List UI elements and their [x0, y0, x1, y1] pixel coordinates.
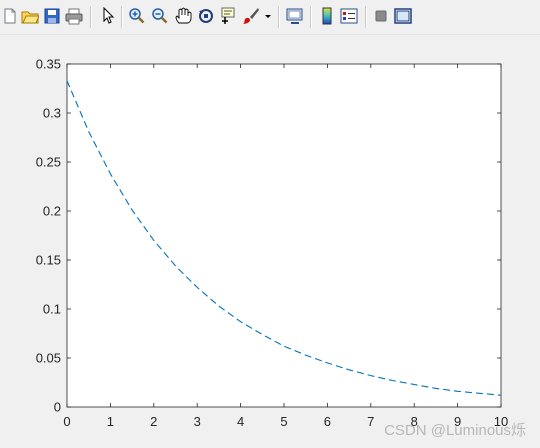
zoom-out-icon[interactable]	[151, 7, 169, 25]
x-tick-label: 7	[367, 414, 374, 429]
x-tick-label: 0	[63, 414, 70, 429]
toolbar-separator	[278, 6, 280, 28]
brush-icon[interactable]	[242, 7, 260, 25]
y-tick-label: 0.15	[36, 253, 61, 268]
dropdown-arrow-icon[interactable]	[264, 7, 272, 25]
data-cursor-icon[interactable]	[219, 7, 237, 25]
x-tick-label: 4	[237, 414, 244, 429]
y-tick-label: 0.2	[43, 204, 61, 219]
hide-plot-tools-icon[interactable]	[372, 7, 390, 25]
plot-axes[interactable]: 0 1 2 3 4 5 6 7 8 9 1000.050.10.150.20.250.30.35	[0, 35, 540, 448]
y-tick-label: 0.1	[43, 302, 61, 317]
x-tick-label: 3	[194, 414, 201, 429]
y-tick-label: 0.3	[43, 106, 61, 121]
toolbar-separator	[310, 6, 312, 28]
y-tick-label: 0.05	[36, 351, 61, 366]
legend-icon[interactable]	[340, 7, 358, 25]
rotate-3d-icon[interactable]	[197, 7, 215, 25]
x-tick-label: 2	[150, 414, 157, 429]
open-file-icon[interactable]	[21, 7, 39, 25]
x-tick-label: 5	[280, 414, 287, 429]
link-plot-icon[interactable]	[286, 7, 304, 25]
y-tick-label: 0.25	[36, 155, 61, 170]
toolbar-separator	[121, 6, 123, 28]
x-tick-label: 6	[324, 414, 331, 429]
figure-canvas: 0 1 2 3 4 5 6 7 8 9 10 0 0.05 0.1 0.15 0.2 0.25 0.3 0.35 C…	[0, 35, 540, 448]
show-plot-tools-icon[interactable]	[394, 7, 412, 25]
x-tick-label: 1	[107, 414, 114, 429]
zoom-in-icon[interactable]	[128, 7, 146, 25]
y-tick-label: 0	[54, 400, 61, 415]
edit-plot-icon[interactable]	[99, 7, 117, 25]
axes-box	[66, 63, 502, 408]
figure-toolbar	[0, 0, 540, 35]
pan-hand-icon[interactable]	[174, 7, 192, 25]
toolbar-separator	[90, 6, 92, 28]
y-tick-label: 0.35	[36, 57, 61, 72]
toolbar-separator	[365, 6, 367, 28]
colorbar-icon[interactable]	[318, 7, 336, 25]
new-figure-icon[interactable]	[1, 7, 19, 25]
watermark: CSDN @Luminous烁	[384, 422, 526, 439]
print-figure-icon[interactable]	[65, 7, 83, 25]
save-figure-icon[interactable]	[43, 7, 61, 25]
